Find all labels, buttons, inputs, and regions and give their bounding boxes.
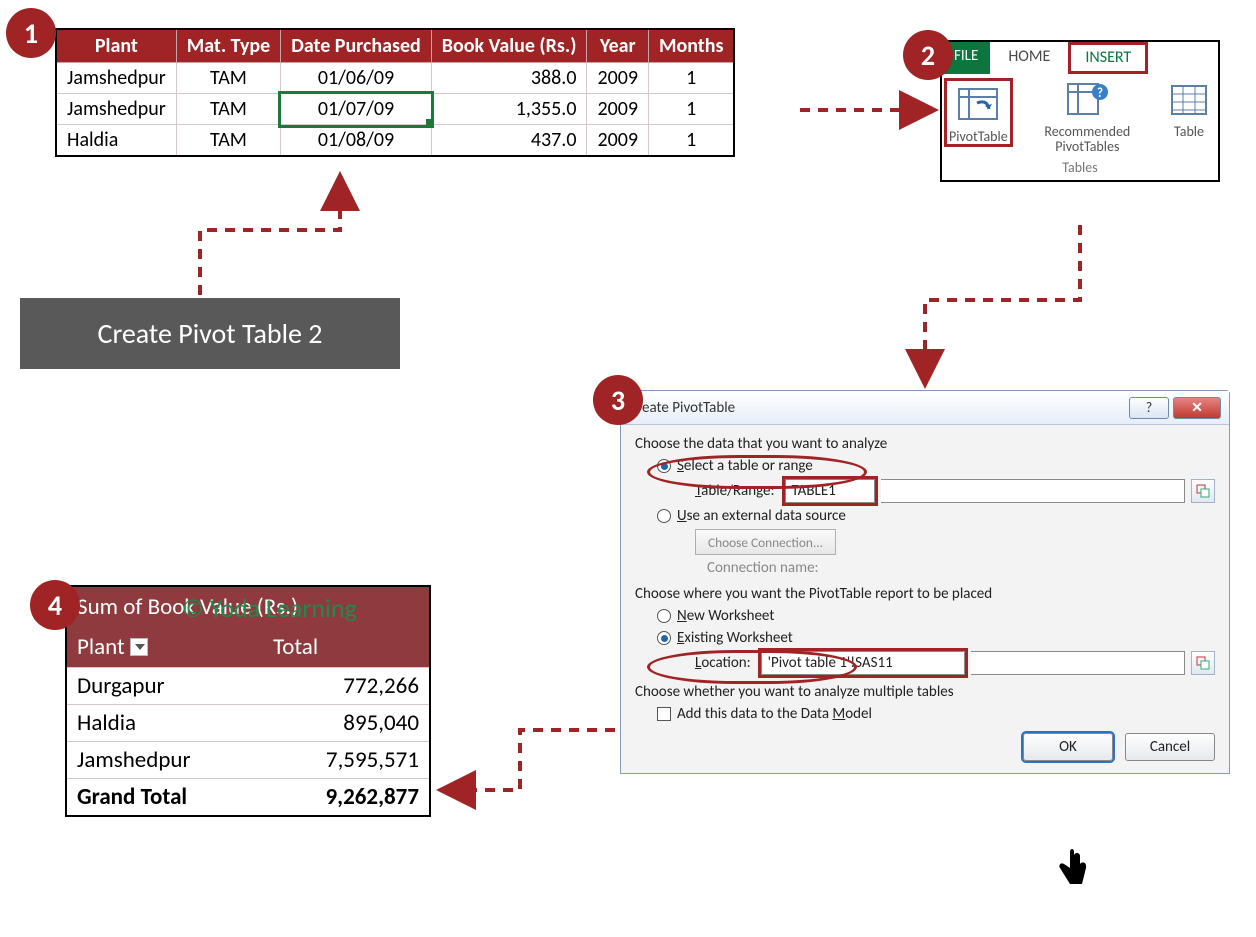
- cell[interactable]: 2009: [587, 125, 649, 157]
- pivot-col-total: Total: [273, 633, 318, 661]
- pivot-grand-total: Grand Total9,262,877: [67, 778, 429, 815]
- pivottable-button[interactable]: PivotTable: [944, 78, 1013, 147]
- step-badge-3: 3: [593, 375, 643, 425]
- radio-new-worksheet-label: New Worksheet: [677, 607, 774, 625]
- dialog-section-3: Choose whether you want to analyze multi…: [635, 683, 1215, 701]
- radio-existing-worksheet-label: Existing Worksheet: [677, 629, 793, 647]
- source-data-table: Plant Mat. Type Date Purchased Book Valu…: [55, 28, 735, 157]
- cell[interactable]: TAM: [176, 94, 281, 125]
- col-months: Months: [649, 29, 735, 63]
- cell[interactable]: TAM: [176, 63, 281, 94]
- cell[interactable]: Haldia: [56, 125, 176, 157]
- pivot-col-plant: Plant: [77, 633, 265, 661]
- pivot-val: 772,266: [270, 668, 429, 704]
- cell[interactable]: 1: [649, 125, 735, 157]
- checkbox-data-model[interactable]: [657, 707, 671, 721]
- cell[interactable]: 1: [649, 94, 735, 125]
- highlight-oval-existing-worksheet: [647, 650, 857, 684]
- cell[interactable]: 01/08/09: [281, 125, 432, 157]
- recommended-pivottables-button[interactable]: ? Recommended PivotTables: [1013, 78, 1162, 157]
- recommended-pivot-icon: ?: [1064, 80, 1110, 122]
- cell[interactable]: 437.0: [431, 125, 587, 157]
- cell[interactable]: 2009: [587, 94, 649, 125]
- pivot-key: Jamshedpur: [67, 742, 270, 778]
- radio-external-source-label: Use an external data source: [677, 507, 846, 525]
- pivot-row: Durgapur772,266: [67, 667, 429, 704]
- table-header-row: Plant Mat. Type Date Purchased Book Valu…: [56, 29, 734, 63]
- radio-new-worksheet[interactable]: [657, 609, 671, 623]
- dialog-section-2: Choose where you want the PivotTable rep…: [635, 585, 1215, 603]
- cell[interactable]: 1: [649, 63, 735, 94]
- pivot-row: Haldia895,040: [67, 704, 429, 741]
- pivottable-label: PivotTable: [949, 128, 1008, 145]
- cell[interactable]: Jamshedpur: [56, 94, 176, 125]
- dialog-titlebar[interactable]: Create PivotTable ? ✕: [621, 391, 1229, 425]
- radio-external-source[interactable]: [657, 509, 671, 523]
- radio-existing-worksheet[interactable]: [657, 631, 671, 645]
- caption-create-pivot-table-2: Create Pivot Table 2: [20, 298, 400, 369]
- table-icon: [1166, 80, 1212, 122]
- dialog-title: Create PivotTable: [629, 399, 735, 417]
- pivot-column-header: Plant Total: [67, 627, 429, 667]
- col-year: Year: [587, 29, 649, 63]
- pivot-gt-label: Grand Total: [67, 779, 270, 815]
- cell[interactable]: 01/06/09: [281, 63, 432, 94]
- table-row: Jamshedpur TAM 01/07/09 1,355.0 2009 1: [56, 94, 734, 125]
- table-row: Haldia TAM 01/08/09 437.0 2009 1: [56, 125, 734, 157]
- ok-button[interactable]: OK: [1023, 733, 1113, 761]
- cell[interactable]: Jamshedpur: [56, 63, 176, 94]
- range-selector-icon: [1196, 484, 1210, 498]
- pivot-val: 7,595,571: [270, 742, 429, 778]
- cell[interactable]: 2009: [587, 63, 649, 94]
- tab-home[interactable]: HOME: [990, 42, 1068, 74]
- create-pivottable-dialog: Create PivotTable ? ✕ Choose the data th…: [620, 390, 1230, 774]
- location-selector-button[interactable]: [1191, 651, 1215, 675]
- pivot-val: 895,040: [270, 705, 429, 741]
- table-label: Table: [1174, 123, 1204, 140]
- help-button[interactable]: ?: [1129, 397, 1169, 419]
- step-badge-2: 2: [903, 30, 953, 80]
- dialog-section-1: Choose the data that you want to analyze: [635, 435, 1215, 453]
- col-date-purchased: Date Purchased: [281, 29, 432, 63]
- step-badge-1: 1: [6, 8, 56, 58]
- choose-connection-button: Choose Connection...: [695, 529, 836, 555]
- col-mat-type: Mat. Type: [176, 29, 281, 63]
- cell[interactable]: TAM: [176, 125, 281, 157]
- connection-name-label: Connection name:: [707, 559, 1215, 577]
- col-plant: Plant: [56, 29, 176, 63]
- range-selector-icon: [1196, 656, 1210, 670]
- tab-insert[interactable]: INSERT: [1068, 42, 1148, 74]
- ribbon-tabs: FILE HOME INSERT: [942, 42, 1218, 74]
- range-selector-button[interactable]: [1191, 479, 1215, 503]
- highlight-oval-select-range: [647, 455, 867, 489]
- pivot-key: Haldia: [67, 705, 270, 741]
- cursor-hand-icon: [1052, 846, 1092, 906]
- cancel-button[interactable]: Cancel: [1125, 733, 1215, 761]
- selected-cell[interactable]: 01/07/09: [281, 94, 432, 125]
- ribbon-group-label: Tables: [942, 159, 1218, 180]
- svg-text:?: ?: [1097, 86, 1103, 101]
- watermark: © Yoda Learning: [182, 592, 357, 624]
- close-button[interactable]: ✕: [1173, 397, 1221, 419]
- checkbox-data-model-label: Add this data to the Data Model: [677, 705, 872, 723]
- cell[interactable]: 1,355.0: [431, 94, 587, 125]
- cell[interactable]: 388.0: [431, 63, 587, 94]
- pivot-row: Jamshedpur7,595,571: [67, 741, 429, 778]
- col-book-value: Book Value (Rs.): [431, 29, 587, 63]
- pivot-gt-value: 9,262,877: [270, 779, 429, 815]
- table-row: Jamshedpur TAM 01/06/09 388.0 2009 1: [56, 63, 734, 94]
- dropdown-icon[interactable]: [130, 638, 148, 656]
- table-button[interactable]: Table: [1162, 78, 1216, 141]
- recommended-pivot-label: Recommended PivotTables: [1044, 123, 1130, 155]
- pivot-key: Durgapur: [67, 668, 270, 704]
- ribbon-insert: FILE HOME INSERT PivotTable ? Recommende…: [940, 40, 1220, 182]
- pivottable-icon: [955, 85, 1001, 127]
- step-badge-4: 4: [30, 580, 80, 630]
